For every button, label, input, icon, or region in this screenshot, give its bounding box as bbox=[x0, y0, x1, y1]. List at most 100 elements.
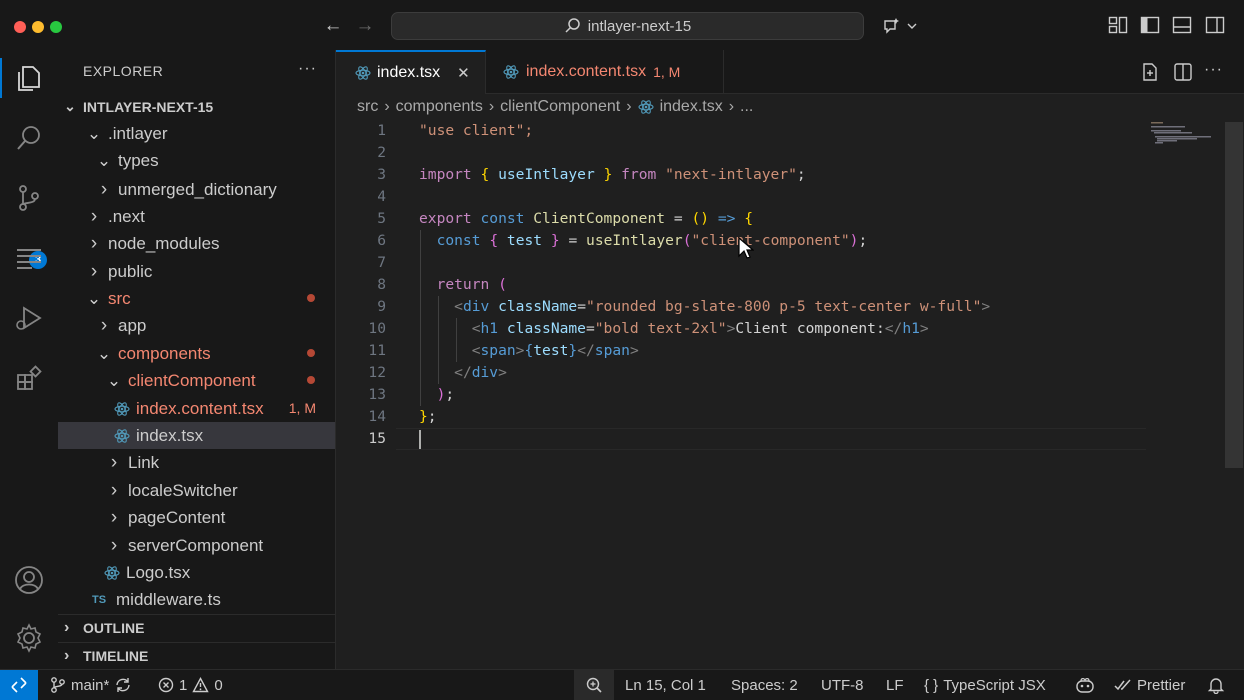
settings-gear-icon[interactable] bbox=[9, 618, 49, 658]
encoding[interactable]: UTF-8 bbox=[821, 670, 864, 700]
source-control-icon[interactable] bbox=[9, 178, 49, 218]
command-center-search[interactable]: intlayer-next-15 bbox=[391, 12, 864, 40]
breadcrumb-components[interactable]: components bbox=[396, 98, 483, 116]
remote-indicator[interactable] bbox=[0, 670, 38, 700]
tree-item[interactable]: › Link bbox=[58, 449, 335, 476]
explorer-icon[interactable] bbox=[9, 58, 49, 98]
line-number: 9 bbox=[377, 298, 386, 315]
copilot-icon[interactable] bbox=[882, 15, 920, 37]
customize-layout-icon[interactable] bbox=[1108, 16, 1128, 34]
sync-icon[interactable] bbox=[114, 676, 132, 694]
tree-item[interactable]: index.tsx bbox=[58, 422, 335, 449]
code-line: 8 return ( bbox=[336, 274, 1146, 296]
code-token: => bbox=[717, 210, 736, 227]
cursor-position[interactable]: Ln 15, Col 1 bbox=[625, 670, 706, 700]
code-line: 15 bbox=[336, 428, 1146, 450]
editor-scrollbar[interactable] bbox=[1225, 122, 1243, 468]
tree-item-label: .intlayer bbox=[108, 123, 168, 143]
code-token: className bbox=[506, 320, 586, 337]
branch-name: main* bbox=[71, 676, 110, 694]
code-token: Client component: bbox=[735, 320, 885, 337]
chevron-right-icon: › bbox=[728, 98, 735, 115]
chevron-right-icon: › bbox=[64, 619, 70, 636]
timeline-section[interactable]: › TIMELINE bbox=[58, 642, 335, 669]
maximize-window-button[interactable] bbox=[50, 21, 62, 33]
tree-item-label: components bbox=[118, 343, 211, 363]
remote-icon bbox=[11, 677, 27, 693]
close-window-button[interactable] bbox=[14, 21, 26, 33]
mouse-pointer-icon bbox=[738, 237, 754, 259]
close-icon[interactable]: ✕ bbox=[457, 64, 470, 82]
tree-item[interactable]: ⌄ types bbox=[58, 147, 335, 174]
split-editor-icon[interactable] bbox=[1173, 62, 1193, 82]
toggle-secondary-sidebar-icon[interactable] bbox=[1205, 16, 1225, 34]
chevron-right-icon: › bbox=[100, 178, 108, 200]
minimize-window-button[interactable] bbox=[32, 21, 44, 33]
run-and-debug-icon[interactable] bbox=[9, 298, 49, 338]
line-number: 5 bbox=[377, 210, 386, 227]
notifications-bell-icon[interactable] bbox=[1207, 676, 1225, 694]
language-mode[interactable]: { } TypeScript JSX bbox=[924, 670, 1046, 700]
end-of-line[interactable]: LF bbox=[886, 670, 904, 700]
toggle-primary-sidebar-icon[interactable] bbox=[1140, 16, 1160, 34]
tree-item[interactable]: TS middleware.ts bbox=[58, 586, 335, 613]
tree-item[interactable]: › public bbox=[58, 258, 335, 285]
braces-icon: { } bbox=[924, 676, 939, 694]
tree-item[interactable]: › pageContent bbox=[58, 504, 335, 531]
branch-indicator[interactable]: main* bbox=[50, 670, 132, 700]
open-changes-icon[interactable] bbox=[1140, 62, 1160, 82]
git-branch-icon bbox=[51, 677, 65, 693]
breadcrumb-index-tsx[interactable]: index.tsx bbox=[660, 98, 723, 116]
code-token: export bbox=[419, 210, 472, 227]
error-count: 1 bbox=[179, 676, 188, 694]
back-arrow-icon[interactable]: ← bbox=[321, 14, 345, 38]
timeline-list-icon[interactable] bbox=[9, 238, 49, 278]
breadcrumb-symbol[interactable]: ... bbox=[740, 98, 753, 116]
extensions-icon[interactable] bbox=[9, 358, 49, 398]
search-icon bbox=[565, 18, 580, 33]
indentation[interactable]: Spaces: 2 bbox=[731, 670, 798, 700]
chevron-down-icon: ⌄ bbox=[86, 123, 102, 143]
forward-arrow-icon[interactable]: → bbox=[353, 14, 377, 38]
tree-item[interactable]: › node_modules bbox=[58, 230, 335, 257]
search-icon[interactable] bbox=[9, 118, 49, 158]
line-number: 12 bbox=[368, 364, 386, 381]
tree-item-label: index.tsx bbox=[136, 425, 204, 445]
tree-item[interactable]: ⌄ components bbox=[58, 340, 335, 367]
chevron-right-icon: › bbox=[626, 98, 632, 115]
tree-item[interactable]: ⌄ clientComponent bbox=[58, 367, 335, 394]
line-number: 14 bbox=[368, 408, 386, 425]
problems-indicator[interactable]: 1 0 bbox=[158, 670, 223, 700]
tab-index-content-tsx[interactable]: index.content.tsx 1, M bbox=[486, 50, 724, 94]
zoom-indicator[interactable] bbox=[574, 670, 614, 700]
accounts-icon[interactable] bbox=[9, 560, 49, 600]
code-token: "next-intlayer" bbox=[665, 166, 797, 183]
explorer-more-actions[interactable]: ··· bbox=[298, 60, 317, 78]
tree-item-label: unmerged_dictionary bbox=[118, 179, 277, 199]
tree-item[interactable]: Logo.tsx bbox=[58, 559, 335, 586]
line-number: 1 bbox=[377, 122, 386, 139]
workspace-root[interactable]: ⌄ INTLAYER-NEXT-15 bbox=[58, 93, 335, 120]
outline-section[interactable]: › OUTLINE bbox=[58, 614, 335, 641]
tree-item[interactable]: › serverComponent bbox=[58, 532, 335, 559]
code-token: "use client"; bbox=[419, 122, 534, 139]
more-actions-icon[interactable]: ··· bbox=[1204, 61, 1223, 79]
tree-item[interactable]: › .next bbox=[58, 203, 335, 230]
prettier-status[interactable]: Prettier bbox=[1114, 670, 1185, 700]
copilot-status[interactable] bbox=[1075, 670, 1095, 700]
tab-index-tsx[interactable]: index.tsx ✕ bbox=[336, 50, 486, 94]
tree-item[interactable]: › app bbox=[58, 312, 335, 339]
tree-item[interactable]: index.content.tsx 1, M bbox=[58, 395, 335, 422]
tree-item[interactable]: ⌄ .intlayer bbox=[58, 120, 335, 147]
toggle-panel-icon[interactable] bbox=[1172, 16, 1192, 34]
react-icon bbox=[355, 66, 371, 80]
tree-item[interactable]: › localeSwitcher bbox=[58, 477, 335, 504]
tree-item[interactable]: ⌄ src bbox=[58, 285, 335, 312]
minimap[interactable] bbox=[1146, 120, 1226, 669]
breadcrumb-clientcomponent[interactable]: clientComponent bbox=[500, 98, 620, 116]
breadcrumb-src[interactable]: src bbox=[357, 98, 378, 116]
language-label: TypeScript JSX bbox=[943, 676, 1046, 694]
prettier-label: Prettier bbox=[1137, 676, 1186, 694]
code-token: from bbox=[621, 166, 657, 183]
tree-item[interactable]: › unmerged_dictionary bbox=[58, 176, 335, 203]
